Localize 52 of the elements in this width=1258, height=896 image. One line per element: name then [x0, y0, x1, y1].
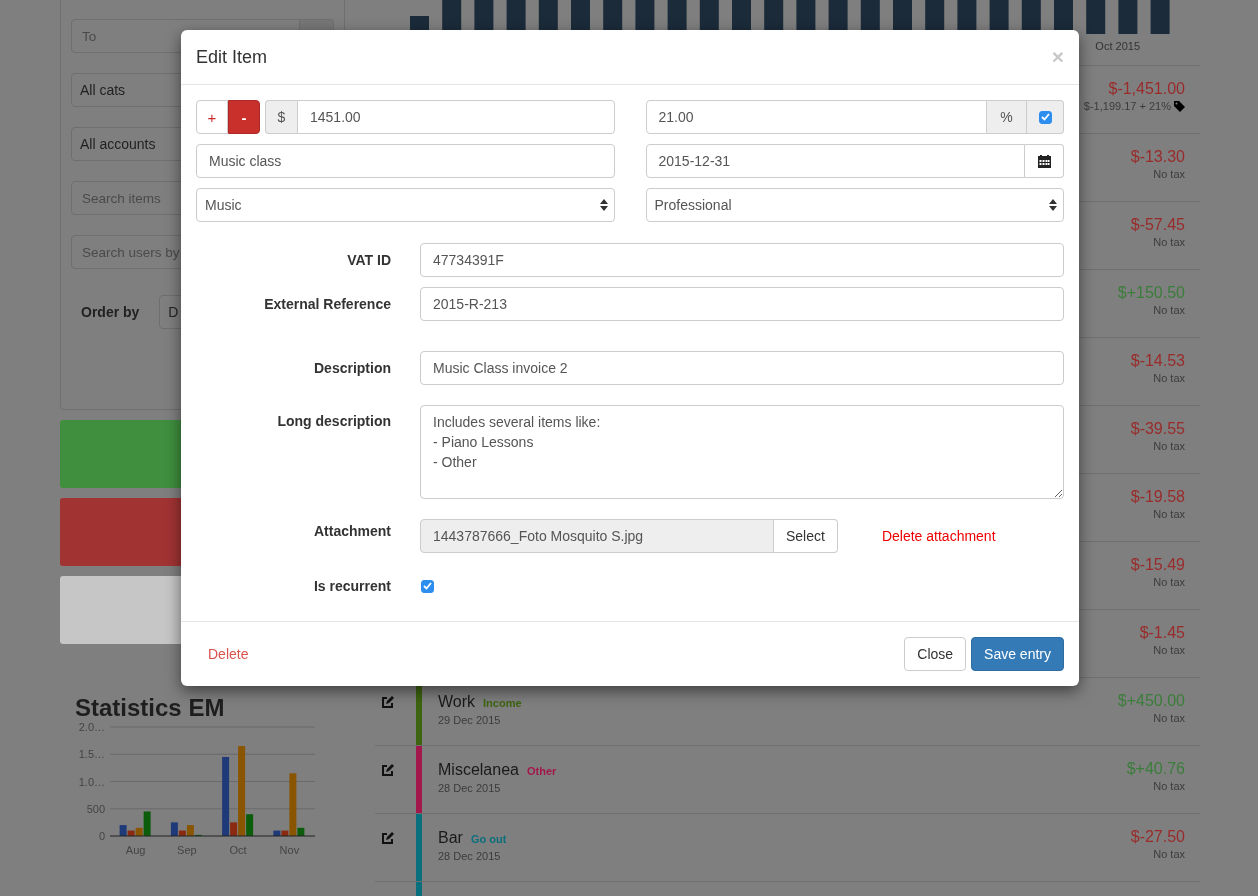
- tax-info: No tax: [1153, 304, 1185, 316]
- tax-info: No tax: [1153, 848, 1185, 860]
- y-tick-label: 1.5…: [78, 748, 105, 761]
- x-axis-label: Nov: [279, 844, 300, 856]
- entry-amount: $+40.76: [1126, 760, 1185, 778]
- entry-amount: $+450.00: [1117, 692, 1185, 710]
- entry-name: Miscelanea: [438, 761, 519, 779]
- category-tag: Other: [526, 765, 557, 777]
- y-tick-label: 2.0…: [78, 722, 105, 733]
- order-by-label: Order by: [81, 304, 140, 320]
- entry-date: 29 Dec 2015: [438, 714, 502, 726]
- entry-amount: $-57.45: [1130, 216, 1185, 234]
- entry-amount: $-13.30: [1130, 148, 1185, 166]
- entry-amount: $-15.49: [1130, 556, 1185, 574]
- y-tick-label: 1.0…: [78, 775, 105, 788]
- x-axis-label: Oct 2015: [1095, 40, 1140, 54]
- x-axis-label: Aug: [125, 844, 146, 856]
- entry-amount: $+150.50: [1117, 284, 1185, 302]
- category-tag: Income: [483, 697, 522, 709]
- tax-info: No tax: [1153, 440, 1185, 452]
- field-label: Is recurrent: [312, 578, 391, 594]
- tax-info: No tax: [1153, 576, 1185, 588]
- statistics-title: Statistics EM: [75, 694, 226, 722]
- tax-info: $-1,199.17 + 21%: [1083, 100, 1171, 112]
- field-label: Long description: [276, 413, 391, 429]
- percent-addon: %: [987, 100, 1027, 134]
- entry-amount: $-14.53: [1130, 352, 1185, 370]
- field-label: VAT ID: [346, 252, 391, 268]
- entry-amount: $-1,451.00: [1107, 80, 1185, 98]
- tax-info: No tax: [1153, 168, 1185, 180]
- field-label: Description: [313, 360, 391, 376]
- tax-info: No tax: [1153, 644, 1185, 656]
- tax-info: No tax: [1153, 508, 1185, 520]
- entry-amount: $-1.45: [1139, 624, 1185, 642]
- dialog-title: Edit Item: [196, 46, 268, 68]
- field-label: Attachment: [313, 523, 391, 539]
- x-axis-label: Oct: [229, 844, 247, 856]
- entry-date: 28 Dec 2015: [438, 850, 502, 862]
- entry-amount: $-39.55: [1130, 420, 1185, 438]
- tax-info: No tax: [1153, 712, 1185, 724]
- entry-amount: $-27.50: [1130, 828, 1185, 846]
- field-label: External Reference: [263, 296, 391, 312]
- entry-amount: $-19.58: [1130, 488, 1185, 506]
- category-tag: Go out: [470, 833, 507, 845]
- tax-info: No tax: [1153, 780, 1185, 792]
- entry-date: 28 Dec 2015: [438, 782, 502, 794]
- currency-addon: $: [265, 100, 297, 134]
- entry-name: Work: [438, 693, 476, 711]
- entry-name: Bar: [438, 829, 463, 847]
- tax-info: No tax: [1153, 372, 1185, 384]
- x-axis-label: Sep: [177, 844, 197, 856]
- tax-info: No tax: [1153, 236, 1185, 248]
